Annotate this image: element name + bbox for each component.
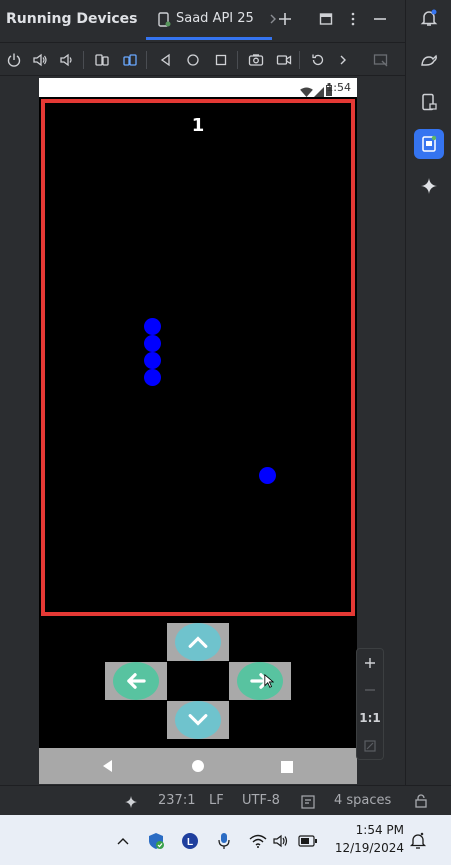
food-pellet	[259, 467, 276, 484]
right-button[interactable]	[229, 662, 291, 700]
indent-setting[interactable]: 4 spaces	[334, 793, 391, 808]
windows-taskbar: L 1:54 PM 12/19/2024	[0, 815, 451, 865]
phone-icon	[156, 12, 172, 28]
right-tool-strip	[405, 0, 451, 785]
microphone-icon[interactable]	[214, 831, 234, 851]
left-arrow-icon	[113, 662, 159, 700]
taskbar-clock-date[interactable]: 12/19/2024	[332, 841, 404, 855]
svg-text:L: L	[187, 837, 193, 848]
down-arrow-icon	[175, 701, 221, 739]
show-hidden-icons-chevron-icon[interactable]	[113, 831, 133, 851]
right-arrow-icon	[237, 662, 283, 700]
caret-position[interactable]: 237:1	[158, 793, 195, 808]
gemini-sparkle-icon[interactable]	[414, 171, 444, 201]
down-button[interactable]	[167, 701, 229, 739]
volume-up-icon[interactable]	[29, 49, 51, 71]
app-l-icon[interactable]: L	[180, 831, 200, 851]
more-options-icon[interactable]	[342, 8, 364, 30]
running-devices-icon[interactable]	[414, 129, 444, 159]
zoom-fit-icon[interactable]	[357, 733, 383, 759]
snake-segment	[144, 369, 161, 386]
rotate-left-icon[interactable]	[91, 49, 113, 71]
panel-title: Running Devices	[6, 11, 138, 27]
battery-status-icon[interactable]	[298, 831, 318, 851]
reset-icon[interactable]	[307, 49, 329, 71]
back-icon[interactable]	[155, 49, 177, 71]
rotate-right-icon[interactable]	[119, 49, 141, 71]
zoom-in-icon[interactable]	[357, 650, 383, 676]
lock-icon[interactable]	[414, 793, 428, 812]
ide-status-bar: 237:1 LF UTF-8 4 spaces	[0, 785, 451, 815]
toolbar-divider	[83, 51, 84, 69]
power-icon[interactable]	[3, 49, 25, 71]
volume-down-icon[interactable]	[56, 49, 78, 71]
snake-segment	[144, 318, 161, 335]
minimize-panel-icon[interactable]	[369, 8, 391, 30]
home-icon[interactable]	[182, 49, 204, 71]
mouse-cursor-icon	[264, 673, 275, 693]
snake-segment	[144, 335, 161, 352]
toolbar-divider	[146, 51, 147, 69]
nav-back-icon[interactable]	[101, 758, 113, 777]
android-status-bar: 1:54	[39, 78, 357, 97]
android-nav-bar	[39, 748, 357, 784]
left-button[interactable]	[105, 662, 167, 700]
readonly-toggle-icon[interactable]	[301, 794, 315, 813]
device-toolbar	[0, 42, 405, 76]
device-tab-label: Saad API 25	[176, 11, 254, 26]
network-wifi-icon[interactable]	[248, 831, 268, 851]
add-tab-icon[interactable]	[274, 8, 296, 30]
sparkle-icon[interactable]	[124, 794, 138, 813]
line-ending[interactable]: LF	[209, 793, 224, 808]
taskbar-clock-time[interactable]: 1:54 PM	[352, 823, 404, 837]
screenshot-icon[interactable]	[245, 49, 267, 71]
toolbar-divider	[237, 51, 238, 69]
tab-device[interactable]: Saad API 25	[146, 0, 272, 40]
up-button[interactable]	[167, 623, 229, 661]
emulator-screen[interactable]: 1:54 1	[39, 78, 357, 784]
gradle-icon[interactable]	[414, 45, 444, 75]
overview-icon[interactable]	[210, 49, 232, 71]
nav-home-icon[interactable]	[191, 758, 205, 777]
notifications-icon[interactable]	[414, 3, 444, 33]
score-label: 1	[191, 115, 205, 136]
notification-center-icon[interactable]	[408, 831, 428, 851]
game-board[interactable]: 1	[41, 99, 355, 616]
running-devices-header: Running Devices Saad API 25	[0, 0, 405, 40]
nav-overview-icon[interactable]	[281, 758, 293, 777]
direction-controls	[39, 618, 357, 748]
display-icon[interactable]	[370, 49, 392, 71]
windows-security-icon[interactable]	[146, 831, 166, 851]
speaker-icon[interactable]	[272, 831, 292, 851]
zoom-actual-size[interactable]: 1:1	[357, 705, 383, 731]
tab-active-indicator	[146, 37, 272, 40]
more-chevron-icon[interactable]	[332, 49, 354, 71]
zoom-controls: 1:1	[356, 648, 384, 760]
toolbar-divider	[299, 51, 300, 69]
file-encoding[interactable]: UTF-8	[242, 793, 280, 808]
window-layout-icon[interactable]	[315, 8, 337, 30]
zoom-out-icon[interactable]	[357, 677, 383, 703]
snake-segment	[144, 352, 161, 369]
device-manager-icon[interactable]	[414, 87, 444, 117]
screen-record-icon[interactable]	[273, 49, 295, 71]
device-clock: 1:54	[326, 81, 351, 94]
up-arrow-icon	[175, 623, 221, 661]
